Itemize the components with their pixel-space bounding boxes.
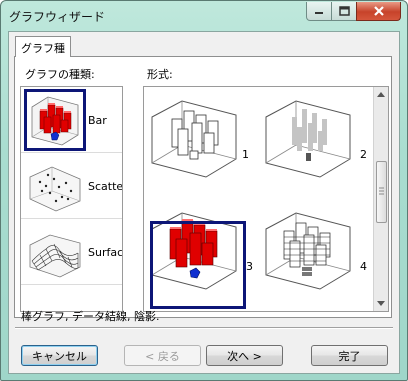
format-label: 形式: xyxy=(147,68,173,81)
close-icon xyxy=(373,6,384,16)
format-option-2[interactable]: 2 xyxy=(262,93,367,189)
bar-gridline-icon xyxy=(265,212,351,290)
chart-wizard-window: グラフウィザード グラフ種 グラフの種類: 形式: Bar Scatte Sur… xyxy=(0,0,408,381)
chart-type-item-surface[interactable]: Surface xyxy=(21,219,122,285)
triangle-up-icon xyxy=(377,92,385,97)
chart-type-label: グラフの種類: xyxy=(25,68,95,81)
format-number: 4 xyxy=(360,260,367,273)
next-button[interactable]: 次へ > xyxy=(206,345,283,366)
selection-highlight xyxy=(150,221,246,309)
chart-type-item-scatter[interactable]: Scatter xyxy=(21,153,122,219)
maximize-icon xyxy=(338,6,350,16)
title-bar[interactable]: グラフウィザード xyxy=(1,1,407,31)
minimize-icon xyxy=(315,12,323,14)
bar-gray-icon xyxy=(265,100,351,178)
cancel-button[interactable]: キャンセル xyxy=(21,345,98,366)
minimize-button[interactable] xyxy=(306,2,332,21)
scroll-thumb[interactable] xyxy=(376,161,387,223)
finish-button[interactable]: 完了 xyxy=(311,345,388,366)
format-number: 2 xyxy=(360,148,367,161)
close-button[interactable] xyxy=(356,2,401,21)
chart-type-name: Bar xyxy=(88,114,107,127)
grip-icon xyxy=(379,187,384,195)
bar-white-icon xyxy=(151,100,237,178)
chart-type-name: Scatter xyxy=(88,180,123,193)
scroll-up-button[interactable] xyxy=(374,87,388,102)
format-description: 棒グラフ, データ結線, 陰影. xyxy=(21,310,160,323)
format-option-1[interactable]: 1 xyxy=(148,93,249,189)
format-options-list[interactable]: 1 2 3 4 xyxy=(143,86,389,312)
dialog-client-area: グラフ種 グラフの種類: 形式: Bar Scatte Surfac 1 2 3… xyxy=(8,31,400,374)
triangle-down-icon xyxy=(377,301,385,306)
surface-3d-icon xyxy=(29,234,81,278)
window-title: グラフウィザード xyxy=(9,10,106,24)
scatter-3d-icon xyxy=(29,166,81,212)
chart-type-name: Surface xyxy=(88,246,123,259)
maximize-button[interactable] xyxy=(331,2,357,21)
back-button[interactable]: < 戻る xyxy=(124,345,201,366)
scroll-down-button[interactable] xyxy=(374,296,388,311)
tab-chart-type[interactable]: グラフ種 xyxy=(15,36,71,57)
format-number: 3 xyxy=(246,260,253,273)
format-scrollbar[interactable] xyxy=(373,87,388,311)
chart-type-list[interactable]: Bar Scatter xyxy=(20,86,123,312)
format-option-4[interactable]: 4 xyxy=(262,205,367,301)
separator xyxy=(15,327,393,329)
format-number: 1 xyxy=(242,148,249,161)
selection-highlight xyxy=(24,89,86,151)
